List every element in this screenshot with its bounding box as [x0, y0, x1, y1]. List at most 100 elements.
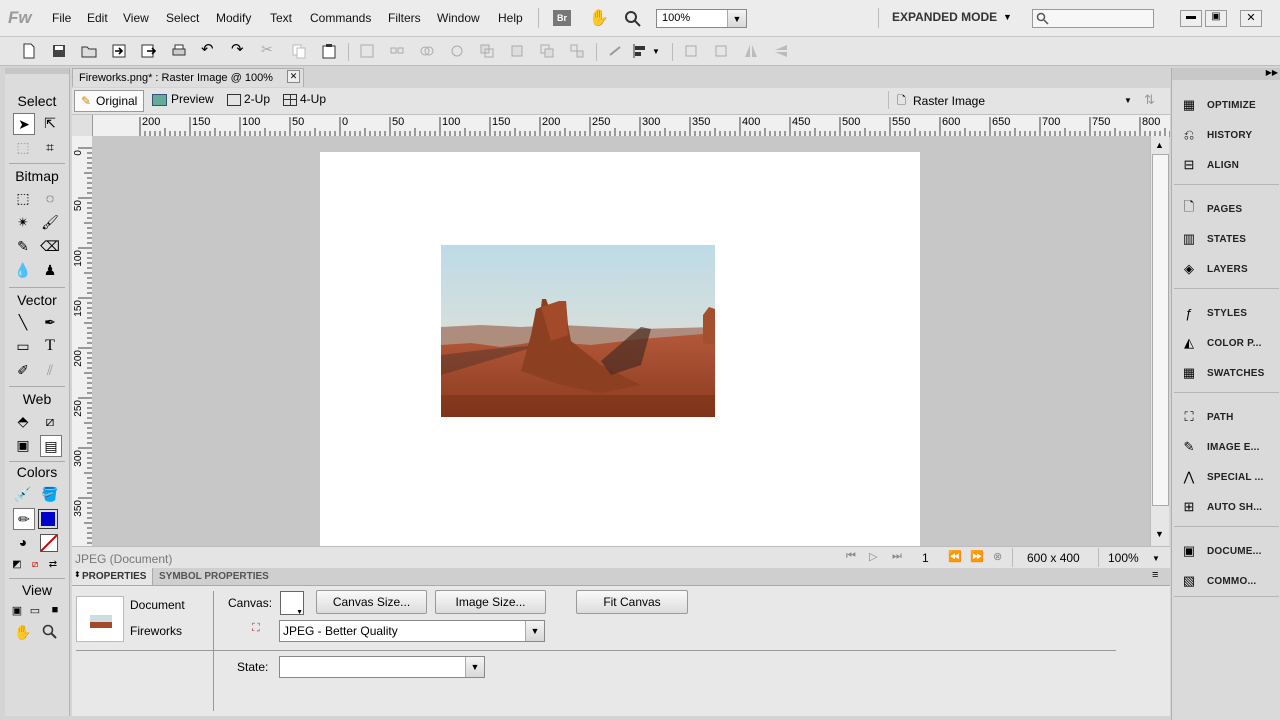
panel-item-layers[interactable]: ◈ LAYERS [1172, 256, 1280, 282]
tab-4up[interactable]: 4-Up [283, 92, 326, 106]
menu-file[interactable]: File [52, 11, 71, 25]
tab-2up[interactable]: 2-Up [227, 92, 270, 106]
paint-bucket-tool-icon[interactable]: 🪣 [40, 484, 60, 504]
panel-item-commo[interactable]: ▧ COMMO... [1172, 568, 1280, 594]
crop-tool-icon[interactable]: ⌗ [40, 137, 60, 157]
menu-help[interactable]: Help [498, 11, 523, 25]
rotate-icon[interactable] [607, 43, 623, 59]
standard-screen-icon[interactable]: ▣ [7, 600, 27, 620]
marquee-tool-icon[interactable]: ⬚ [13, 188, 33, 208]
chevron-down-icon[interactable]: ▼ [1124, 96, 1132, 105]
export-format-select[interactable]: JPEG - Better Quality ▼ [279, 620, 545, 642]
send-backward-icon[interactable] [539, 43, 555, 59]
text-tool-icon[interactable]: T [40, 336, 60, 356]
zoom-icon[interactable] [624, 10, 642, 28]
magic-wand-tool-icon[interactable]: ✴ [13, 212, 33, 232]
close-tab-icon[interactable]: ✕ [287, 70, 300, 83]
no-color-icon[interactable] [40, 534, 58, 552]
knife-tool-icon[interactable]: ⫽ [40, 360, 60, 380]
hide-slices-icon[interactable]: ▣ [13, 435, 33, 455]
document-tab[interactable]: Fireworks.png* : Raster Image @ 100% ✕ [72, 68, 304, 87]
state-select[interactable]: ▼ [279, 656, 485, 678]
ungroup-icon[interactable] [389, 43, 405, 59]
chevron-down-icon[interactable]: ▼ [1003, 12, 1012, 22]
subselection-tool-icon[interactable]: ⇱ [40, 113, 60, 133]
menu-window[interactable]: Window [437, 11, 480, 25]
rotate-ccw-icon[interactable] [683, 43, 699, 59]
vertical-scrollbar[interactable]: ▲ ▼ [1150, 136, 1169, 546]
tab-properties[interactable]: ⬍ PROPERTIES [72, 568, 153, 585]
panel-item-auto-sh[interactable]: ⊞ AUTO SH... [1172, 494, 1280, 520]
menu-text[interactable]: Text [270, 11, 292, 25]
pencil-tool-icon[interactable]: ✎ [13, 236, 33, 256]
split-icon[interactable] [449, 43, 465, 59]
swap-colors-icon[interactable]: ◩ [7, 554, 27, 574]
freeform-tool-icon[interactable]: ✐ [13, 360, 33, 380]
tab-original[interactable]: ✎ Original [74, 90, 144, 112]
brush-tool-icon[interactable]: 🖌 [40, 212, 60, 232]
bring-forward-icon[interactable] [509, 43, 525, 59]
panel-item-pages[interactable]: 🗋 PAGES [1172, 196, 1280, 222]
panel-item-image-e[interactable]: ✎ IMAGE E... [1172, 434, 1280, 460]
scale-tool-icon[interactable]: ⬚ [13, 137, 33, 157]
canvas-color-swatch[interactable]: ▼ [280, 591, 304, 616]
scroll-down-icon[interactable]: ▼ [1155, 529, 1164, 539]
panel-item-special[interactable]: ⋀ SPECIAL ... [1172, 464, 1280, 490]
slice-tool-icon[interactable]: ⧄ [40, 411, 60, 431]
flip-horizontal-icon[interactable] [743, 43, 759, 59]
pointer-tool-icon[interactable]: ➤ [13, 113, 35, 135]
scroll-up-icon[interactable]: ▲ [1155, 140, 1164, 150]
fill-color-swatch[interactable] [38, 509, 58, 529]
stroke-none-icon[interactable]: ⧄ [25, 554, 45, 574]
bring-front-icon[interactable] [479, 43, 495, 59]
swap-icon[interactable]: ⇄ [43, 554, 63, 574]
restore-button[interactable]: ▣ [1205, 10, 1227, 27]
next-frame-icon[interactable]: ⏩ [970, 550, 984, 563]
paste-icon[interactable] [321, 43, 337, 59]
pen-tool-icon[interactable]: ✒ [40, 312, 60, 332]
menu-view[interactable]: View [123, 11, 149, 25]
zoom-tool-icon[interactable] [42, 624, 58, 640]
close-button[interactable]: ✕ [1240, 10, 1262, 27]
menu-select[interactable]: Select [166, 11, 199, 25]
rubber-stamp-tool-icon[interactable]: ♟ [40, 260, 60, 280]
last-frame-icon[interactable]: ⏭ [892, 550, 902, 563]
copy-icon[interactable] [291, 43, 307, 59]
lasso-tool-icon[interactable]: ◌ [40, 188, 60, 208]
bridge-button[interactable]: Br [553, 10, 571, 26]
panel-item-swatches[interactable]: ▦ SWATCHES [1172, 360, 1280, 386]
object-type-label[interactable]: Raster Image [913, 94, 985, 108]
menu-modify[interactable]: Modify [216, 11, 251, 25]
workspace-mode[interactable]: EXPANDED MODE [892, 10, 997, 24]
full-screen-icon[interactable]: ■ [45, 600, 65, 620]
panel-item-styles[interactable]: ƒ STYLES [1172, 300, 1280, 326]
stop-icon[interactable]: ⊗ [993, 550, 1002, 563]
import-icon[interactable] [111, 43, 127, 59]
panel-item-optimize[interactable]: ▦ OPTIMIZE [1172, 92, 1280, 118]
flip-vertical-icon[interactable] [773, 43, 789, 59]
save-icon[interactable] [51, 43, 67, 59]
document-name[interactable]: Fireworks [130, 624, 182, 638]
minimize-button[interactable]: ▬ [1180, 10, 1202, 27]
stroke-color-icon[interactable]: ✏ [13, 508, 35, 530]
page-nav-icon[interactable]: ⇅ [1144, 92, 1155, 108]
hand-tool-icon[interactable]: ✋ [13, 622, 33, 642]
chevron-down-icon[interactable]: ▼ [1152, 554, 1160, 563]
panel-item-history[interactable]: ⎌ HISTORY [1172, 122, 1280, 148]
image-size-button[interactable]: Image Size... [435, 590, 546, 614]
menu-edit[interactable]: Edit [87, 11, 108, 25]
show-slices-icon[interactable]: ▤ [40, 435, 62, 457]
fit-canvas-button[interactable]: Fit Canvas [576, 590, 688, 614]
full-screen-menu-icon[interactable]: ▭ [25, 600, 45, 620]
join-icon[interactable] [419, 43, 435, 59]
eraser-tool-icon[interactable]: ⌫ [40, 236, 60, 256]
panel-item-color-p[interactable]: ◭ COLOR P... [1172, 330, 1280, 356]
menu-commands[interactable]: Commands [310, 11, 371, 25]
panel-item-align[interactable]: ⊟ ALIGN [1172, 152, 1280, 178]
panel-item-path[interactable]: ⛶ PATH [1172, 404, 1280, 430]
canvas-size-button[interactable]: Canvas Size... [316, 590, 427, 614]
eyedropper-tool-icon[interactable]: 💉 [13, 484, 33, 504]
play-icon[interactable]: ▷ [869, 550, 877, 563]
undo-icon[interactable]: ↶ [201, 40, 217, 58]
new-file-icon[interactable] [21, 43, 37, 59]
